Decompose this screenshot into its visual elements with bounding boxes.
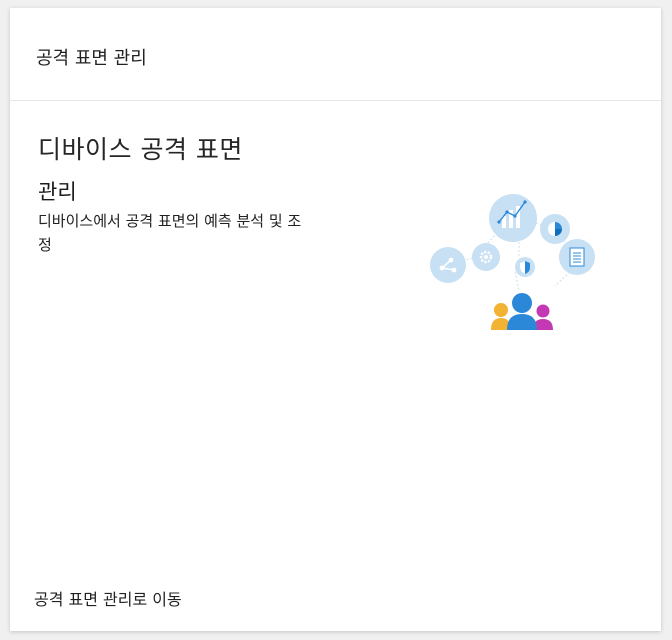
go-to-attack-surface-link[interactable]: 공격 표면 관리로 이동 — [34, 586, 182, 610]
attack-surface-illustration — [430, 194, 595, 330]
card-header-title: 공격 표면 관리 — [36, 48, 147, 69]
gear-icon — [472, 243, 500, 271]
people-icon — [491, 293, 553, 330]
chart-icon — [489, 194, 537, 242]
share-icon — [430, 247, 466, 283]
card-header: 공격 표면 관리 — [10, 8, 661, 101]
attack-surface-card: 공격 표면 관리 디바이스 공격 표면 관리 디바이스에서 공격 표면의 예측 … — [10, 8, 661, 631]
document-icon — [559, 239, 595, 275]
hero-title: 디바이스 공격 표면 — [38, 135, 243, 164]
hero-description: 디바이스에서 공격 표면의 예측 분석 및 조정 — [38, 212, 302, 254]
pie-icon — [540, 214, 570, 244]
shield-icon — [515, 257, 535, 277]
hero-subtitle: 관리 — [38, 180, 77, 204]
